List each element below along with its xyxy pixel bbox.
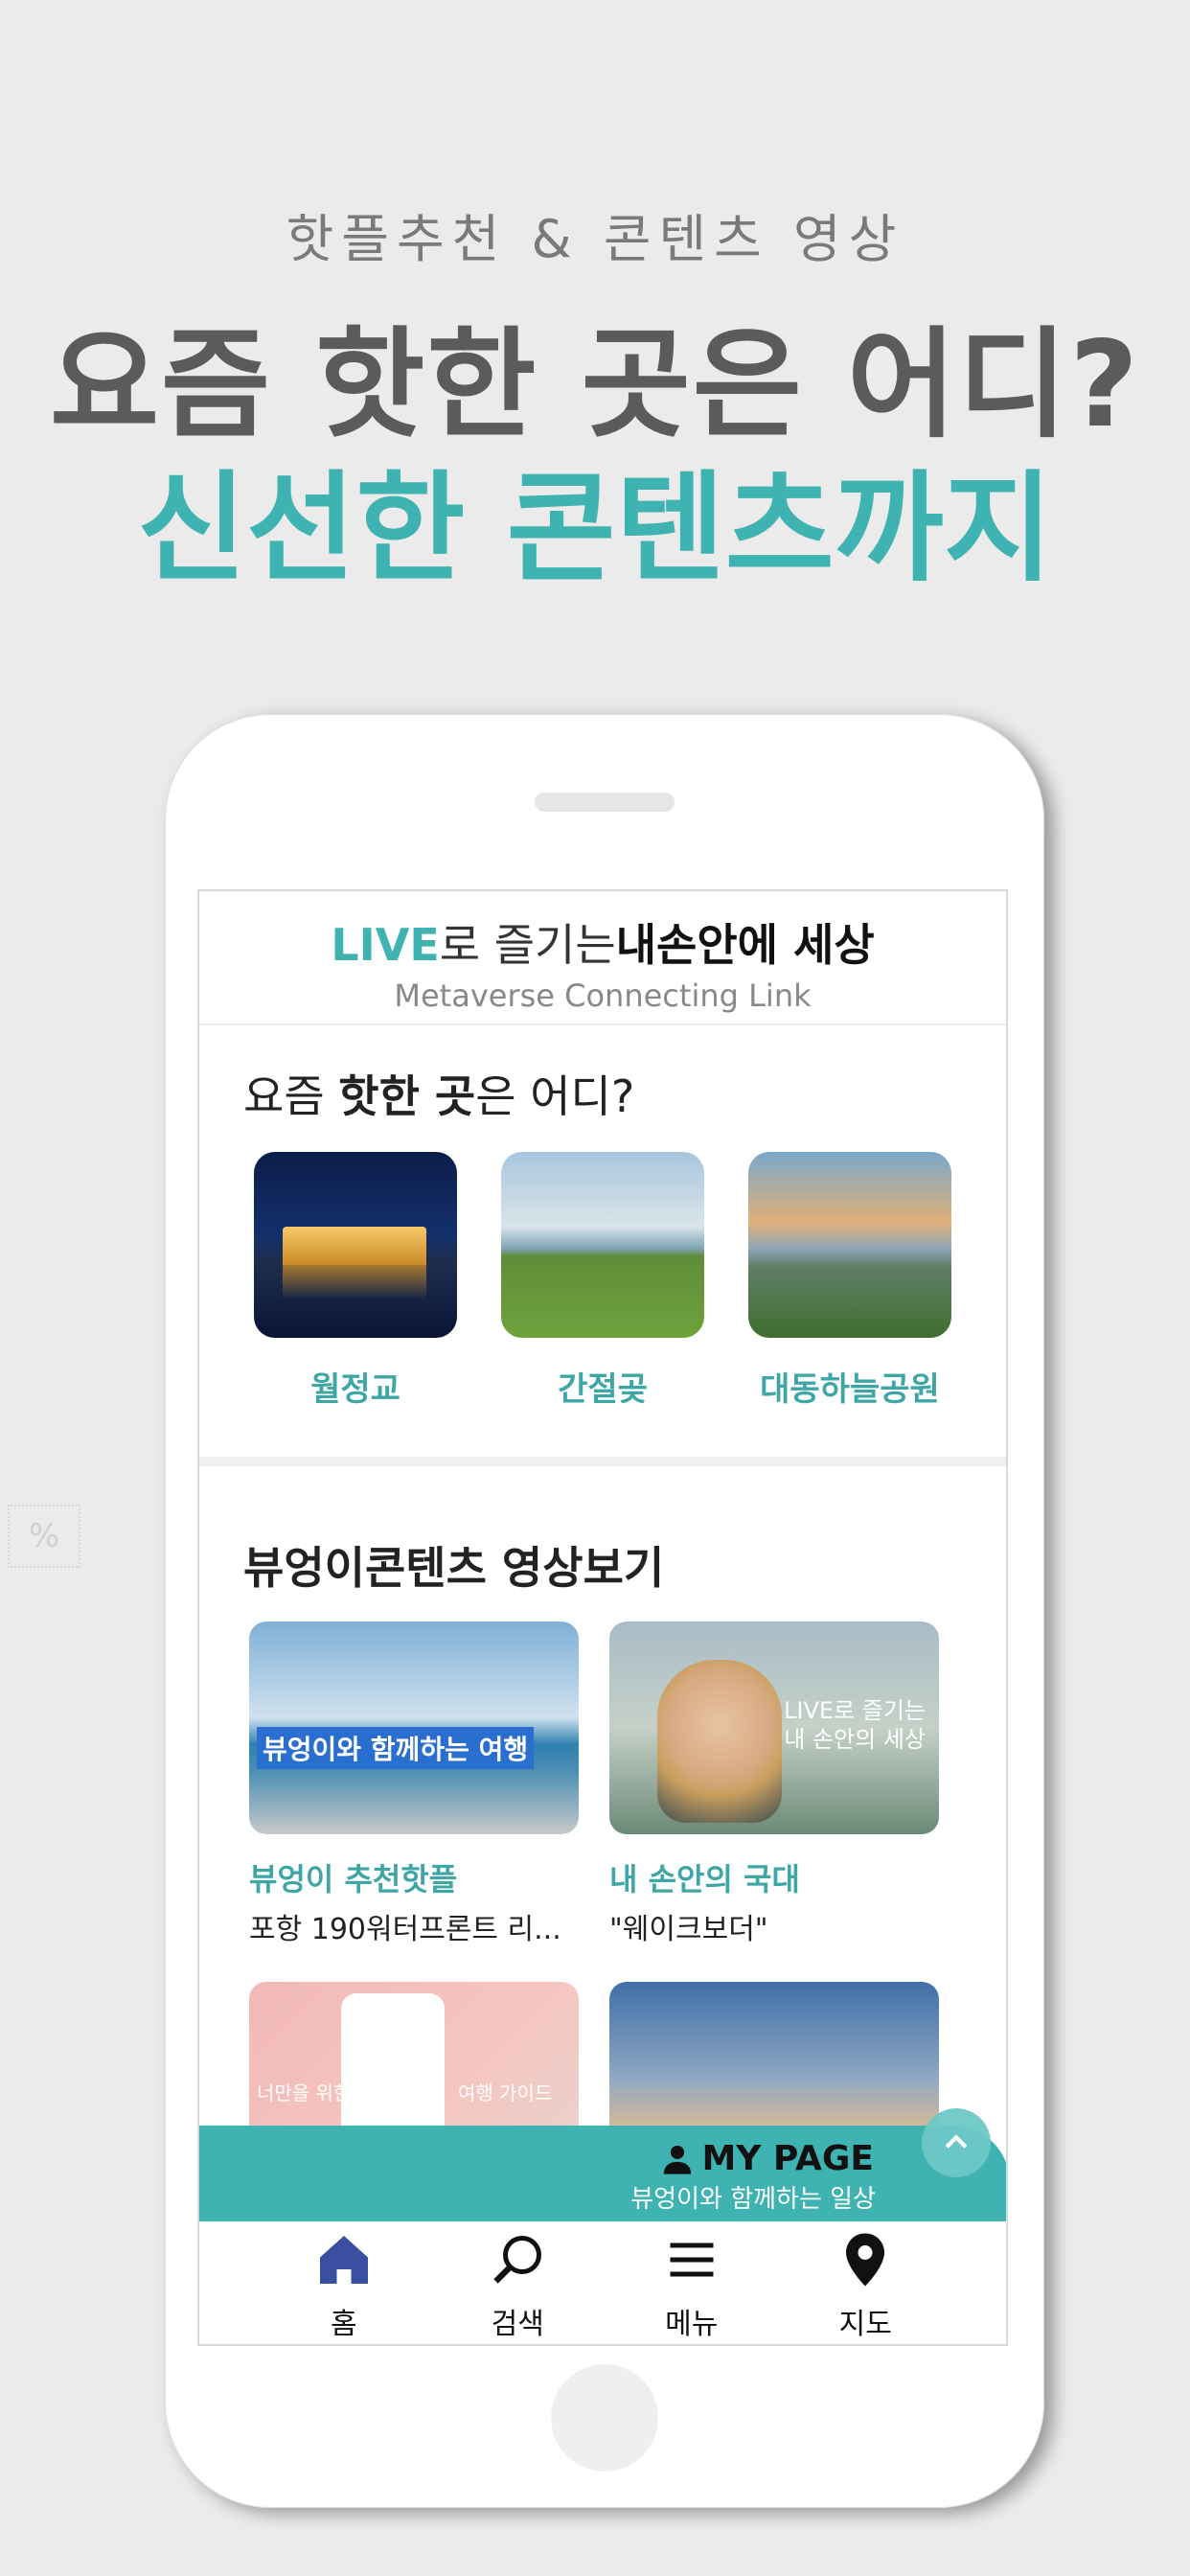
hot-title-pre: 요즘 <box>243 1070 339 1122</box>
video-card[interactable]: LIVE로 즐기는 내 손안의 세상 내 손안의 국대 "웨이크보더" <box>609 1622 939 1947</box>
places-list: 월정교 간절곶 대동하늘공원 <box>243 1152 1006 1410</box>
tab-search[interactable]: 검색 <box>460 2231 575 2344</box>
mypage-label: MY PAGE <box>701 2139 874 2178</box>
video-title[interactable]: 내 손안의 국대 <box>609 1855 939 1899</box>
hot-title-post: 은 어디? <box>475 1070 635 1122</box>
promo-subtitle: 핫플추천 & 콘텐츠 영상 <box>286 209 904 269</box>
phone-mockup: LIVE로 즐기는내손안에 세상 Metaverse Connecting Li… <box>165 714 1044 2508</box>
section-divider <box>199 1457 1006 1466</box>
brand-live: LIVE <box>331 919 440 971</box>
video-subtitle: 포항 190워터프론트 리... <box>249 1913 561 1946</box>
place-thumbnail[interactable] <box>254 1152 457 1338</box>
map-pin-icon <box>846 2233 885 2287</box>
place-label[interactable]: 간절곶 <box>501 1363 704 1410</box>
person-image <box>657 1660 782 1823</box>
video-thumbnail[interactable]: 뷰엉이와 함께하는 여행 <box>249 1622 579 1834</box>
chevron-up-icon <box>945 2134 968 2149</box>
place-label[interactable]: 대동하늘공원 <box>748 1363 951 1410</box>
mypage-subtitle: 뷰엉이와 함께하는 일상 <box>630 2185 876 2214</box>
app-header: LIVE로 즐기는내손안에 세상 Metaverse Connecting Li… <box>199 891 1006 1025</box>
search-icon <box>493 2236 542 2284</box>
place-card-woljeonggyo[interactable]: 월정교 <box>254 1152 457 1410</box>
place-label[interactable]: 월정교 <box>254 1363 457 1410</box>
brand-mid: 로 즐기는 <box>439 919 616 971</box>
video-overlay-left: 너만을 위한 <box>257 2082 352 2104</box>
tab-home[interactable]: 홈 <box>286 2231 401 2344</box>
overlay-line2: 내 손안의 세상 <box>784 1726 926 1753</box>
phone-speaker <box>535 793 675 812</box>
video-section: 뷰엉이콘텐츠 영상보기 뷰엉이와 함께하는 여행 뷰엉이 추천핫플 포항 190… <box>199 1466 1006 2229</box>
place-thumbnail[interactable] <box>501 1152 704 1338</box>
home-icon <box>319 2236 368 2284</box>
video-card[interactable]: 뷰엉이와 함께하는 여행 뷰엉이 추천핫플 포항 190워터프론트 리... <box>249 1622 579 1947</box>
app-screen: LIVE로 즐기는내손안에 세상 Metaverse Connecting Li… <box>197 889 1008 2346</box>
hot-places-section: 요즘 핫한 곳은 어디? 월정교 간절곶 대동하늘공원 <box>199 1025 1006 1457</box>
video-thumbnail[interactable]: LIVE로 즐기는 내 손안의 세상 <box>609 1622 939 1834</box>
app-brand[interactable]: LIVE로 즐기는내손안에 세상 <box>199 910 1006 974</box>
percent-badge-icon: % <box>8 1505 80 1568</box>
tab-label: 지도 <box>838 2308 892 2341</box>
mypage-bar[interactable]: MY PAGE 뷰엉이와 함께하는 일상 <box>199 2108 1006 2221</box>
video-subtitle: "웨이크보더" <box>609 1913 768 1946</box>
scroll-top-button[interactable] <box>922 2108 991 2177</box>
overlay-line1: LIVE로 즐기는 <box>784 1697 926 1724</box>
hot-title-bold: 핫한 곳 <box>338 1070 476 1122</box>
menu-icon <box>670 2242 714 2277</box>
mypage-button[interactable]: MY PAGE <box>661 2139 874 2178</box>
tab-menu[interactable]: 메뉴 <box>634 2231 749 2344</box>
user-icon <box>664 2145 692 2174</box>
phone-home-button <box>551 2364 658 2472</box>
brand-tail: 내손안에 세상 <box>615 919 875 971</box>
video-title[interactable]: 뷰엉이 추천핫플 <box>249 1855 579 1899</box>
video-title-text: 뷰엉이콘텐츠 영상보기 <box>243 1542 665 1594</box>
tab-label: 검색 <box>491 2308 544 2341</box>
bridge-reflection <box>283 1265 426 1300</box>
video-overlay-text: LIVE로 즐기는 내 손안의 세상 <box>784 1696 926 1754</box>
video-overlay-right: 여행 가이드 <box>458 2082 553 2104</box>
promo-title-line2: 신선한 콘텐츠까지 <box>137 460 1053 598</box>
hot-section-title: 요즘 핫한 곳은 어디? <box>243 1062 1006 1125</box>
bridge-image <box>283 1227 426 1265</box>
place-card-daedong-sky-park[interactable]: 대동하늘공원 <box>748 1152 951 1410</box>
app-tagline: Metaverse Connecting Link <box>394 978 812 1014</box>
tab-label: 메뉴 <box>665 2308 719 2341</box>
tab-map[interactable]: 지도 <box>808 2231 923 2344</box>
tab-label: 홈 <box>330 2308 357 2341</box>
place-card-ganjeolgot[interactable]: 간절곶 <box>501 1152 704 1410</box>
place-thumbnail[interactable] <box>748 1152 951 1338</box>
bottom-tab-bar: 홈 검색 메뉴 지도 <box>199 2221 1006 2344</box>
video-overlay-text: 뷰엉이와 함께하는 여행 <box>257 1727 535 1769</box>
video-section-title: 뷰엉이콘텐츠 영상보기 <box>243 1533 1006 1597</box>
